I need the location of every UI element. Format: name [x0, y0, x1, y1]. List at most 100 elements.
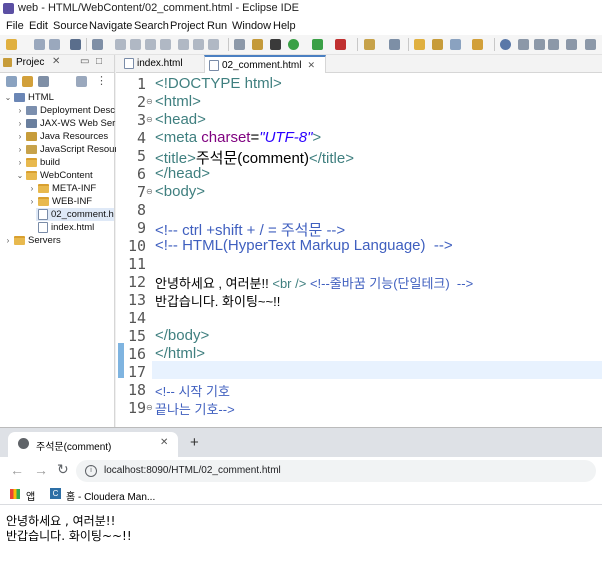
tree-item-java-resources[interactable]: › Java Resources: [16, 130, 108, 143]
tree-item-02-comment[interactable]: 02_comment.h: [36, 208, 114, 221]
menu-file[interactable]: File: [6, 20, 24, 32]
close-icon[interactable]: ✕: [52, 56, 60, 67]
collapsed-arrow-icon[interactable]: ›: [16, 158, 24, 167]
suspend-icon[interactable]: [130, 39, 141, 50]
save-all-icon[interactable]: [49, 39, 60, 50]
code-editor[interactable]: 1 2 3 4 5 6 7 8 9 10 11 12 13 14 15 16 1…: [116, 73, 602, 427]
menu-edit[interactable]: Edit: [29, 20, 48, 32]
link-with-editor-icon[interactable]: [22, 76, 33, 87]
close-tab-icon[interactable]: ✕: [307, 60, 315, 71]
browser-icon[interactable]: [500, 39, 511, 50]
new-java-project-icon[interactable]: [364, 39, 375, 50]
tree-item-deployment[interactable]: › Deployment Desc: [16, 104, 115, 117]
tab-02-comment-html[interactable]: 02_comment.html ✕: [204, 55, 326, 73]
tree-item-js-resources[interactable]: › JavaScript Resour: [16, 143, 118, 156]
annotation-icon[interactable]: [472, 39, 483, 50]
cloudera-icon: C: [50, 488, 61, 499]
collapsed-arrow-icon[interactable]: ›: [28, 197, 36, 206]
collapsed-arrow-icon[interactable]: ›: [16, 119, 24, 128]
terminate-icon[interactable]: [145, 39, 156, 50]
new-icon[interactable]: [6, 39, 17, 50]
view-menu-icon[interactable]: ⋮: [96, 74, 107, 87]
menu-run[interactable]: Run: [207, 20, 227, 32]
run-icon[interactable]: [288, 39, 299, 50]
explorer-tab-label: Projec: [16, 57, 45, 68]
forward-icon[interactable]: →: [34, 462, 48, 478]
project-explorer: Projec ✕ ▭ □ ⋮ ⌄ HTML › Deployment Desc: [0, 55, 118, 427]
line-number: 17: [127, 363, 146, 381]
collapsed-arrow-icon[interactable]: ›: [16, 145, 24, 154]
minimize-icon[interactable]: ▭: [80, 56, 89, 67]
apps-icon[interactable]: [10, 489, 20, 499]
terminal-icon[interactable]: [70, 39, 81, 50]
menu-project[interactable]: Project: [170, 20, 204, 32]
search-icon[interactable]: [450, 39, 461, 50]
step-return-icon[interactable]: [208, 39, 219, 50]
tree-item-webcontent[interactable]: ⌄ WebContent: [16, 169, 93, 182]
tree-item-servers[interactable]: › Servers: [4, 234, 61, 247]
fold-toggle-icon[interactable]: ⊖: [146, 403, 153, 412]
address-bar[interactable]: i localhost:8090/HTML/02_comment.html: [76, 460, 596, 482]
code-token: =: [250, 129, 260, 146]
tree-item-index[interactable]: index.html: [36, 221, 94, 234]
step-over-icon[interactable]: [193, 39, 204, 50]
expanded-arrow-icon[interactable]: ⌄: [4, 93, 12, 102]
line-number: 16: [127, 345, 146, 363]
menu-help[interactable]: Help: [273, 20, 296, 32]
new-tab-button[interactable]: +: [190, 434, 199, 451]
menu-search[interactable]: Search: [134, 20, 169, 32]
pin-icon[interactable]: [518, 39, 529, 50]
tree-item-html[interactable]: ⌄ HTML: [4, 91, 54, 104]
save-icon[interactable]: [34, 39, 45, 50]
reload-icon[interactable]: ↻: [57, 461, 69, 478]
web-services-icon: [26, 119, 37, 128]
expanded-arrow-icon[interactable]: ⌄: [16, 171, 24, 180]
info-icon[interactable]: i: [85, 465, 97, 477]
collapsed-arrow-icon[interactable]: ›: [4, 236, 12, 245]
toggle-mark-icon[interactable]: [234, 39, 245, 50]
back-icon[interactable]: ←: [10, 462, 24, 478]
new-class-icon[interactable]: [389, 39, 400, 50]
external-tools-icon[interactable]: [335, 39, 346, 50]
line-number: 1: [136, 75, 146, 93]
open-type-icon[interactable]: [414, 39, 425, 50]
folder-icon: [38, 197, 49, 206]
project-explorer-tab[interactable]: Projec ✕ ▭ □: [0, 55, 114, 73]
fold-toggle-icon[interactable]: ⊖: [146, 187, 153, 196]
collapsed-arrow-icon[interactable]: ›: [28, 184, 36, 193]
collapsed-arrow-icon[interactable]: ›: [16, 106, 24, 115]
build-icon[interactable]: [252, 39, 263, 50]
back-icon[interactable]: [566, 39, 577, 50]
tab-index-html[interactable]: index.html: [120, 55, 202, 72]
tree-item-label: WEB-INF: [52, 196, 93, 207]
disconnect-icon[interactable]: [160, 39, 171, 50]
menu-source[interactable]: Source: [53, 20, 88, 32]
tree-item-meta-inf[interactable]: › META-INF: [28, 182, 97, 195]
next-annotation-icon[interactable]: [548, 39, 559, 50]
tree-item-web-inf[interactable]: › WEB-INF: [28, 195, 92, 208]
deployment-icon: [26, 106, 37, 115]
coverage-icon[interactable]: [312, 39, 323, 50]
open-task-icon[interactable]: [432, 39, 443, 50]
debug-icon[interactable]: [270, 39, 281, 50]
collapse-all-icon[interactable]: [6, 76, 17, 87]
filter-icon[interactable]: [38, 76, 49, 87]
step-into-icon[interactable]: [178, 39, 189, 50]
last-edit-icon[interactable]: [534, 39, 545, 50]
collapsed-arrow-icon[interactable]: ›: [16, 132, 24, 141]
menu-navigate[interactable]: Navigate: [89, 20, 132, 32]
skip-breakpoints-icon[interactable]: [92, 39, 103, 50]
focus-icon[interactable]: [76, 76, 87, 87]
tree-item-jaxws[interactable]: › JAX-WS Web Ser: [16, 117, 116, 130]
menu-window[interactable]: Window: [232, 20, 271, 32]
resume-icon[interactable]: [115, 39, 126, 50]
bookmark-cloudera[interactable]: 홈 - Cloudera Man...: [66, 488, 155, 503]
maximize-icon[interactable]: □: [96, 56, 102, 67]
close-tab-icon[interactable]: ✕: [160, 437, 168, 448]
fold-toggle-icon[interactable]: ⊖: [146, 97, 153, 106]
browser-tab[interactable]: 주석문(comment) ✕: [8, 432, 178, 457]
bookmark-apps[interactable]: 앱: [26, 488, 35, 503]
forward-icon[interactable]: [585, 39, 596, 50]
fold-toggle-icon[interactable]: ⊖: [146, 115, 153, 124]
tree-item-build[interactable]: › build: [16, 156, 60, 169]
